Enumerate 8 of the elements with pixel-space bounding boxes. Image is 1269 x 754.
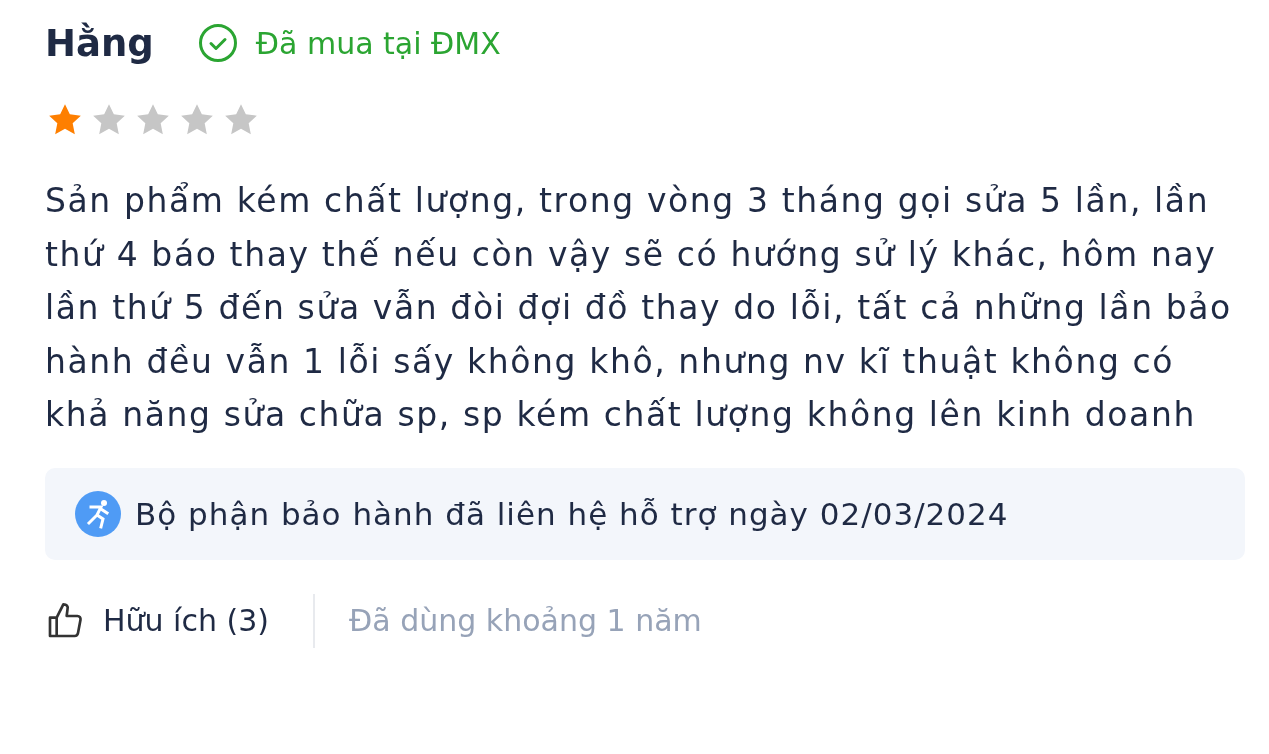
reviewer-name: Hằng — [45, 21, 154, 65]
check-circle-icon — [197, 23, 238, 63]
usage-duration: Đã dùng khoảng 1 năm — [349, 603, 702, 638]
runner-icon — [75, 490, 121, 537]
purchase-status-label: Đã mua tại ĐMX — [255, 25, 501, 61]
helpful-button[interactable]: Hữu ích (3) — [45, 600, 269, 641]
review-text: Sản phẩm kém chất lượng, trong vòng 3 tháng gọi sửa 5 lần, lần thứ 4 báo thay thế nếu còn vậy sẽ có hướng sử lý khác, hôm nay lần thứ 5 đến sửa vẫn đòi đợi đồ thay do lỗi, tất cả những lần bảo hành đều vẫn 1 lỗi sấy không khô, nhưng nv kĩ thuật không có khả năng sửa chữa sp, sp kém chất lượng không lên kinh doanh — [45, 180, 1233, 436]
support-note: Bộ phận bảo hành đã liên hệ hỗ trợ ngày 02/03/2024 — [135, 495, 1009, 532]
